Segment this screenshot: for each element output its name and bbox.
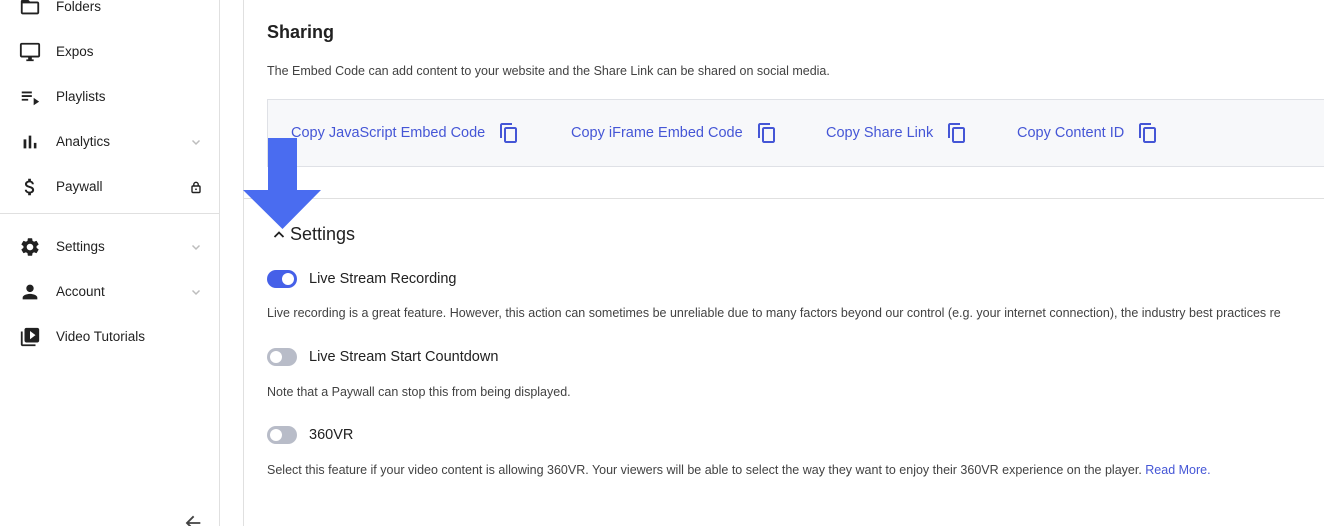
copy-iframe-embed-code-button[interactable]: Copy iFrame Embed Code <box>571 100 777 166</box>
gear-icon <box>19 236 41 258</box>
sidebar-item-video-tutorials[interactable]: Video Tutorials <box>0 314 219 359</box>
sidebar-item-label: Account <box>56 284 105 299</box>
sidebar-item-folders[interactable]: Folders <box>0 0 219 29</box>
bar-chart-icon <box>19 131 41 153</box>
lock-icon <box>189 180 203 194</box>
live-stream-start-countdown-label: Live Stream Start Countdown <box>309 349 499 365</box>
copy-share-link-button[interactable]: Copy Share Link <box>826 100 967 166</box>
sidebar-item-playlists[interactable]: Playlists <box>0 74 219 119</box>
monitor-icon <box>19 41 41 63</box>
sharing-title: Sharing <box>267 22 335 42</box>
sidebar: Folders Expos Playlists Analytics Paywal… <box>0 0 220 526</box>
360vr-row: 360VR <box>267 426 353 444</box>
share-links-panel: Copy JavaScript Embed Code Copy iFrame E… <box>267 99 1324 167</box>
copy-icon <box>1139 123 1157 143</box>
sidebar-item-label: Playlists <box>56 89 106 104</box>
live-stream-start-countdown-row: Live Stream Start Countdown <box>267 348 498 366</box>
sidebar-item-label: Video Tutorials <box>56 329 146 344</box>
copy-link-label: Copy Share Link <box>826 125 934 141</box>
360vr-toggle[interactable] <box>267 426 297 444</box>
sidebar-divider <box>0 213 219 214</box>
sidebar-item-label: Analytics <box>56 134 111 149</box>
dollar-icon <box>19 176 41 198</box>
360vr-description: Select this feature if your video conten… <box>267 463 1211 477</box>
sidebar-item-label: Expos <box>56 44 94 59</box>
collapse-sidebar-button[interactable] <box>182 512 204 526</box>
sidebar-item-label: Paywall <box>56 179 103 194</box>
read-more-link[interactable]: Read More. <box>1145 463 1210 477</box>
settings-title: Settings <box>290 224 356 244</box>
live-stream-start-countdown-toggle[interactable] <box>267 348 297 366</box>
360vr-description-text: Select this feature if your video conten… <box>267 463 1146 477</box>
settings-section-toggle[interactable]: Settings <box>271 224 355 245</box>
sidebar-item-label: Folders <box>56 0 102 14</box>
sidebar-item-account[interactable]: Account <box>0 269 219 314</box>
sidebar-item-label: Settings <box>56 239 105 254</box>
live-stream-recording-label: Live Stream Recording <box>309 271 457 287</box>
sharing-description: The Embed Code can add content to your w… <box>267 64 830 78</box>
copy-content-id-button[interactable]: Copy Content ID <box>1017 100 1158 166</box>
playlist-icon <box>19 86 41 108</box>
live-stream-recording-row: Live Stream Recording <box>267 270 457 288</box>
section-divider <box>244 198 1324 199</box>
arrow-left-icon <box>185 515 201 526</box>
live-stream-start-countdown-description: Note that a Paywall can stop this from b… <box>267 385 571 399</box>
chevron-down-icon <box>189 240 203 254</box>
copy-icon <box>500 123 518 143</box>
live-stream-recording-description: Live recording is a great feature. Howev… <box>267 306 1281 320</box>
chevron-down-icon <box>189 135 203 149</box>
main-content: Sharing The Embed Code can add content t… <box>243 0 1324 526</box>
chevron-down-icon <box>189 285 203 299</box>
live-stream-recording-toggle[interactable] <box>267 270 297 288</box>
360vr-label: 360VR <box>309 427 354 443</box>
copy-link-label: Copy iFrame Embed Code <box>571 125 743 141</box>
copy-link-label: Copy Content ID <box>1017 125 1125 141</box>
copy-link-label: Copy JavaScript Embed Code <box>291 125 486 141</box>
folder-icon <box>19 0 41 18</box>
sidebar-item-expos[interactable]: Expos <box>0 29 219 74</box>
chevron-up-icon <box>273 230 285 238</box>
sidebar-item-paywall[interactable]: Paywall <box>0 164 219 209</box>
video-library-icon <box>19 326 41 348</box>
copy-icon <box>757 123 775 143</box>
copy-javascript-embed-code-button[interactable]: Copy JavaScript Embed Code <box>291 100 519 166</box>
person-icon <box>19 281 41 303</box>
sidebar-item-analytics[interactable]: Analytics <box>0 119 219 164</box>
copy-icon <box>948 123 966 143</box>
sidebar-item-settings[interactable]: Settings <box>0 224 219 269</box>
